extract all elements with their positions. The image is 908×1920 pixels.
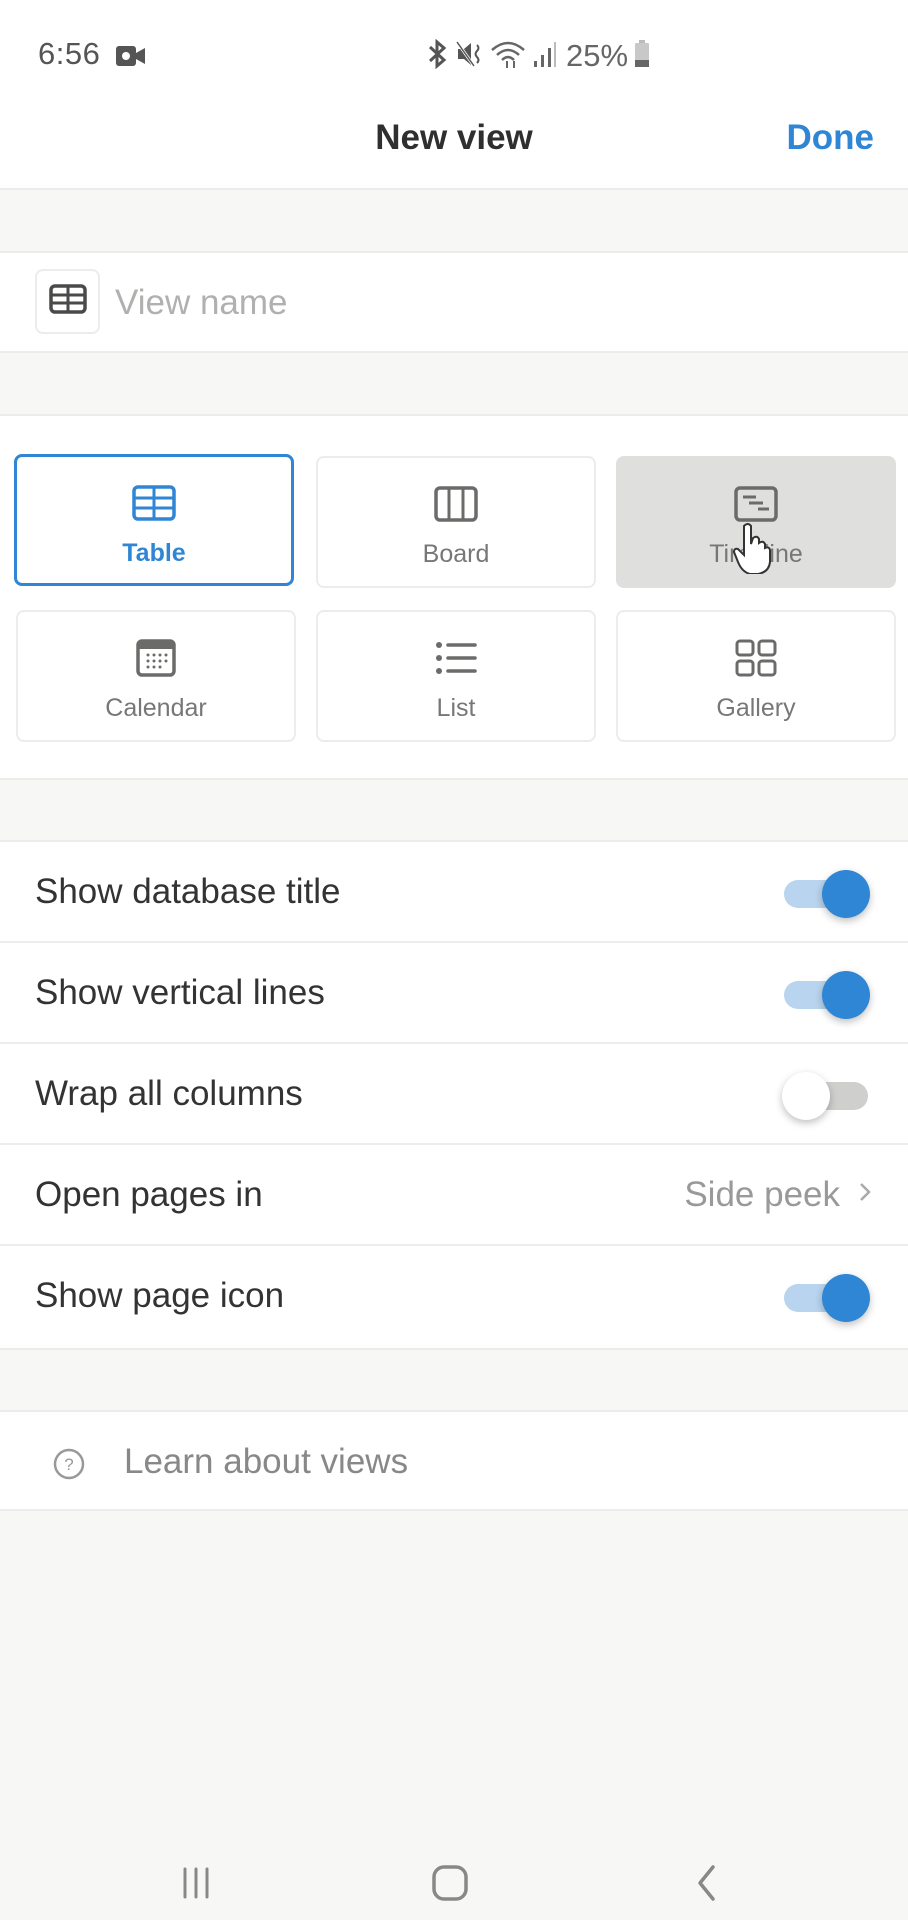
- system-nav-bar: [0, 1820, 908, 1920]
- view-type-label: Board: [422, 540, 490, 568]
- view-type-table[interactable]: Table: [14, 454, 294, 586]
- back-button[interactable]: [676, 1860, 736, 1910]
- mute-icon: [455, 39, 484, 74]
- view-type-board[interactable]: Board: [316, 456, 596, 588]
- calendar-icon: [136, 638, 176, 678]
- view-type-label: Table: [122, 539, 186, 567]
- view-type-list[interactable]: List: [316, 610, 596, 742]
- setting-label: Show vertical lines: [35, 973, 325, 1012]
- recent-apps-icon: [178, 1865, 214, 1906]
- view-name-row: [0, 251, 908, 353]
- recent-apps-button[interactable]: [166, 1860, 226, 1910]
- show-page-icon-toggle[interactable]: [782, 1272, 872, 1322]
- show-vertical-lines-toggle[interactable]: [782, 969, 872, 1019]
- help-circle-icon: ?: [53, 1448, 85, 1485]
- view-type-label: List: [436, 694, 476, 722]
- page-title: New view: [375, 118, 533, 157]
- list-icon: [435, 638, 477, 678]
- learn-about-views-label: Learn about views: [124, 1442, 409, 1481]
- setting-show-page-icon: Show page icon: [0, 1246, 908, 1347]
- view-settings-list: Show database title Show vertical lines …: [0, 840, 908, 1350]
- show-database-title-toggle[interactable]: [782, 868, 872, 918]
- status-time: 6:56: [38, 36, 101, 71]
- battery-percent: 25%: [566, 38, 629, 73]
- table-icon: [48, 284, 87, 319]
- setting-show-vertical-lines: Show vertical lines: [0, 943, 908, 1044]
- setting-open-pages-in[interactable]: Open pages in Side peek: [0, 1145, 908, 1246]
- view-type-label: Gallery: [716, 694, 796, 722]
- setting-wrap-all-columns: Wrap all columns: [0, 1044, 908, 1145]
- home-button[interactable]: [420, 1860, 480, 1910]
- timeline-icon: [734, 484, 778, 524]
- open-pages-in-value: Side peek: [684, 1175, 840, 1214]
- hand-pointer-icon: [732, 522, 774, 579]
- table-icon: [132, 483, 176, 523]
- view-icon-button[interactable]: [35, 269, 100, 334]
- setting-label: Show page icon: [35, 1276, 285, 1315]
- view-name-input[interactable]: [115, 273, 875, 333]
- back-icon: [693, 1864, 719, 1907]
- status-icons: 25%: [426, 36, 650, 76]
- wrap-all-columns-toggle[interactable]: [782, 1070, 872, 1120]
- setting-label: Show database title: [35, 872, 341, 911]
- learn-about-views-link[interactable]: ? Learn about views: [0, 1410, 908, 1511]
- view-type-label: Calendar: [105, 694, 207, 722]
- done-button[interactable]: Done: [787, 118, 875, 158]
- gallery-icon: [735, 638, 777, 678]
- header: New view Done: [0, 110, 908, 190]
- setting-show-database-title: Show database title: [0, 842, 908, 943]
- signal-icon: [532, 39, 558, 74]
- bluetooth-icon: [426, 38, 450, 74]
- setting-label: Open pages in: [35, 1175, 263, 1214]
- svg-text:?: ?: [64, 1455, 73, 1474]
- board-icon: [434, 484, 478, 524]
- wifi-icon: [490, 39, 526, 74]
- view-type-grid: Table Board Timeline Calendar List Galle…: [0, 414, 908, 780]
- screen-record-icon: [116, 45, 146, 72]
- setting-label: Wrap all columns: [35, 1074, 303, 1113]
- chevron-right-icon: [858, 1179, 872, 1210]
- view-type-calendar[interactable]: Calendar: [16, 610, 296, 742]
- status-bar: 6:56 25%: [0, 0, 908, 110]
- view-type-gallery[interactable]: Gallery: [616, 610, 896, 742]
- battery-icon: [634, 39, 650, 74]
- home-icon: [430, 1863, 470, 1908]
